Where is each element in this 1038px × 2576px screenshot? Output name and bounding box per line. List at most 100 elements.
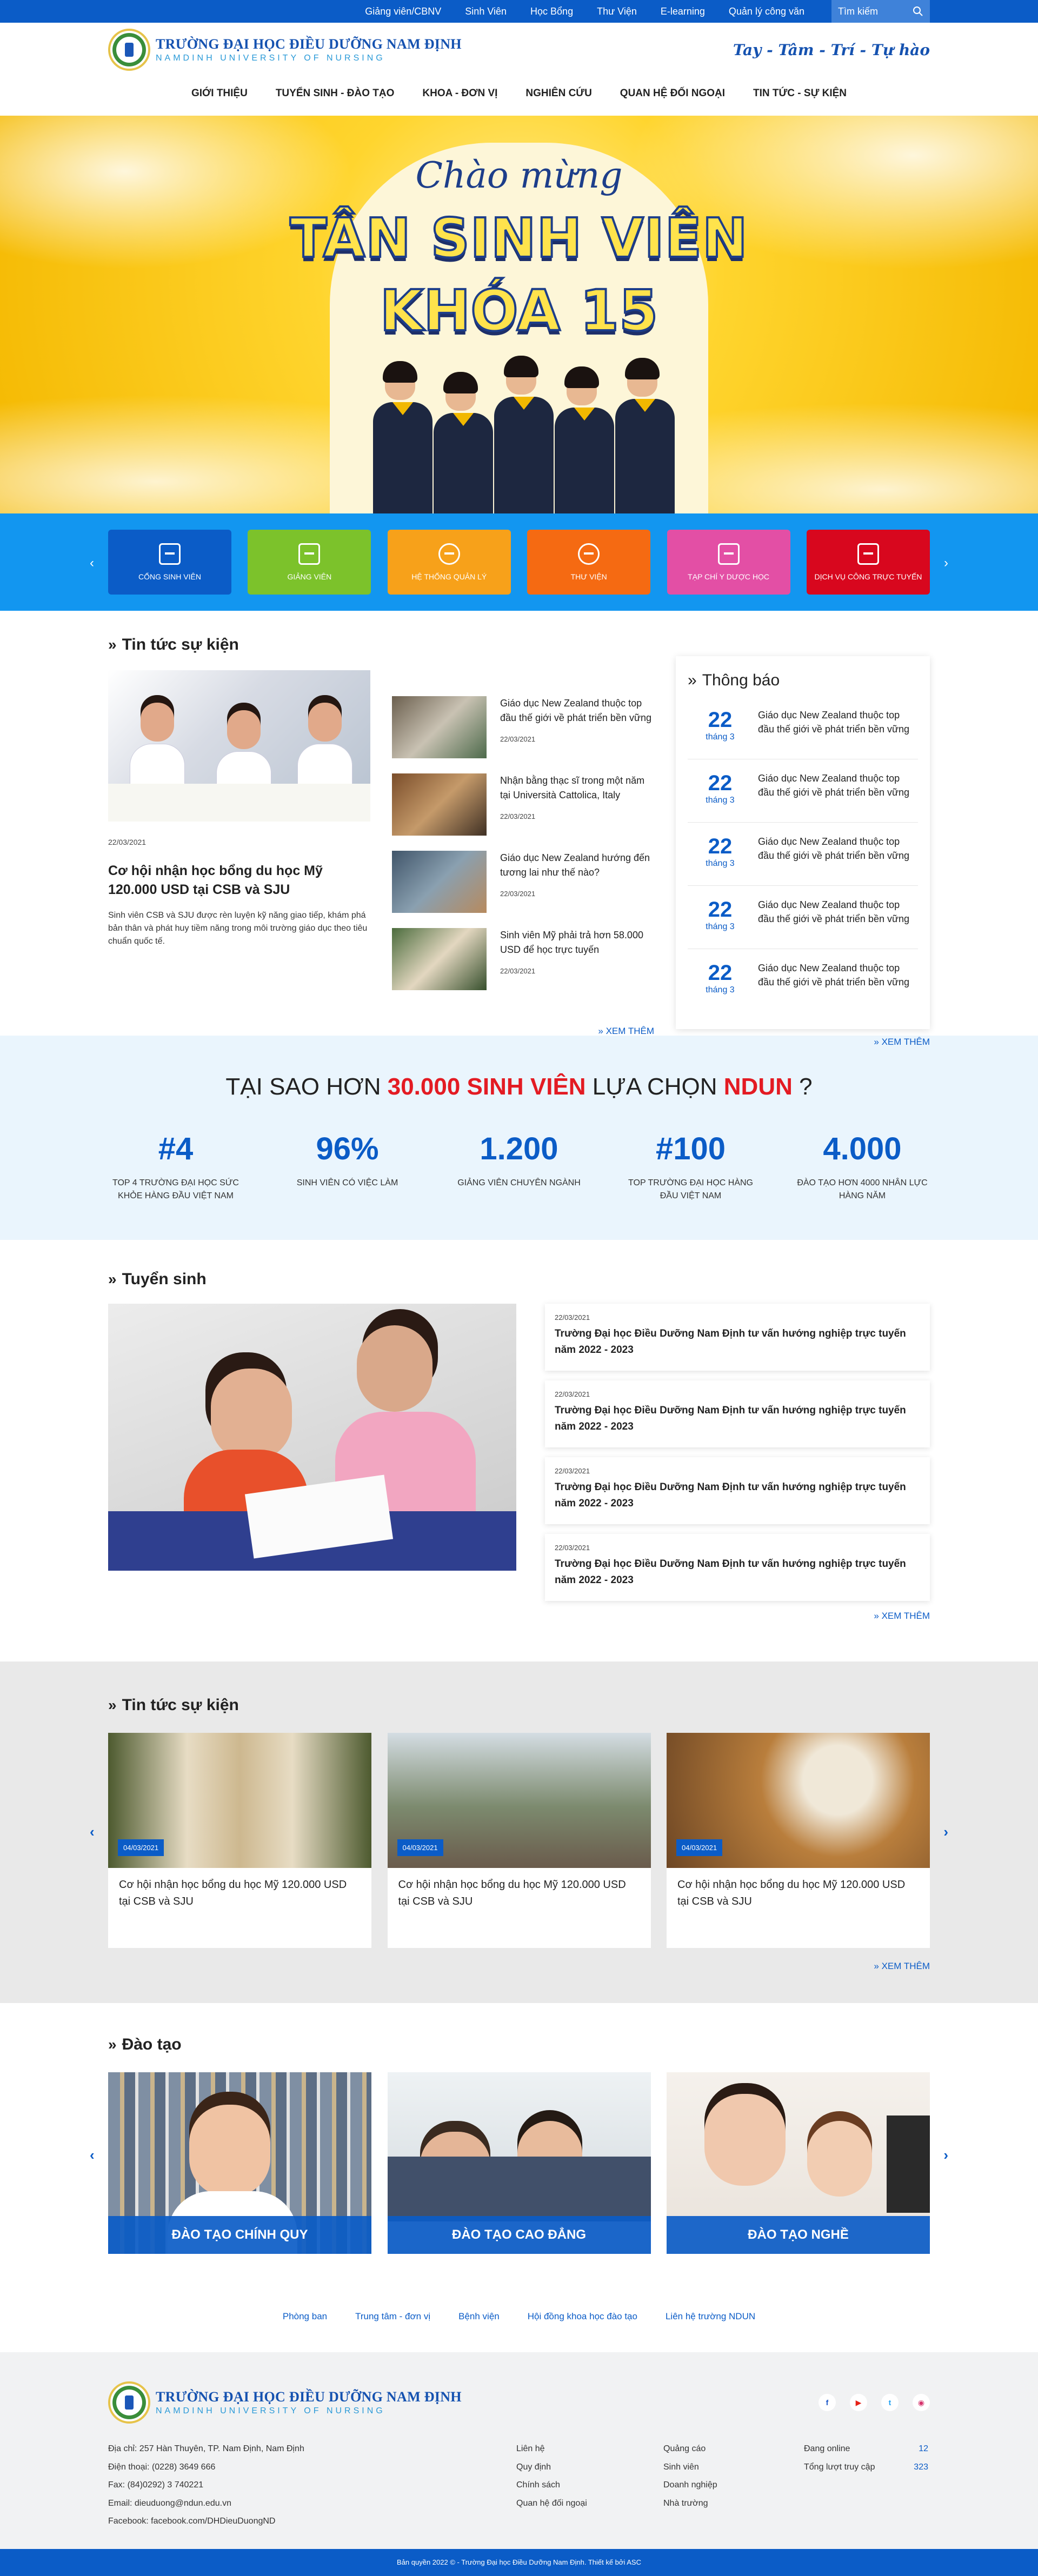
footer-link-hospital[interactable]: Bệnh viện [458, 2311, 500, 2322]
events-more-link[interactable]: » XEM THÊM [108, 1961, 930, 1972]
admissions-item[interactable]: 22/03/2021 Trường Đại học Điều Dưỡng Nam … [545, 1304, 930, 1371]
notice-item[interactable]: 22 tháng 3 Giáo dục New Zealand thuộc top … [688, 949, 918, 1012]
stat-item: 1.200 GIẢNG VIÊN CHUYÊN NGÀNH [457, 1131, 581, 1187]
footer-link-policy[interactable]: Chính sách [516, 2476, 663, 2494]
notice-title: Thông báo [702, 671, 780, 689]
event-image: 04/03/2021 [108, 1733, 371, 1868]
events-title: » Tin tức sự kiện [108, 1696, 239, 1714]
news-list-item[interactable]: Sinh viên Mỹ phải trả hơn 58.000 USD để … [392, 928, 654, 1005]
nav-item-admissions[interactable]: TUYỂN SINH - ĐÀO TẠO [276, 88, 395, 99]
hero-banner[interactable]: Chào mừng TÂN SINH VIÊN KHÓA 15 [0, 116, 1038, 513]
instagram-icon[interactable]: ◉ [913, 2394, 930, 2411]
footer-link-foreign-relations[interactable]: Quan hệ đối ngoại [516, 2494, 663, 2513]
notice-item[interactable]: 22 tháng 3 Giáo dục New Zealand thuộc top … [688, 696, 918, 759]
footer-contact-info: Địa chỉ: 257 Hàn Thuyên, TP. Nam Định, N… [108, 2444, 304, 2526]
event-card[interactable]: 04/03/2021 Cơ hội nhận học bổng du học M… [108, 1733, 371, 1948]
featured-news-title[interactable]: Cơ hội nhận học bổng du học Mỹ 120.000 U… [108, 862, 370, 899]
topbar-link-documents[interactable]: Quản lý công văn [729, 6, 804, 17]
facebook-icon[interactable]: f [819, 2394, 836, 2411]
notice-item[interactable]: 22 tháng 3 Giáo dục New Zealand thuộc top … [688, 759, 918, 823]
stat-item: #4 TOP 4 TRƯỜNG ĐẠI HỌC SỨC KHỎE HÀNG ĐẦU… [112, 1131, 239, 1200]
topbar-link-students[interactable]: Sinh Viên [465, 6, 507, 17]
twitter-icon[interactable]: t [881, 2394, 899, 2411]
footer-link-students[interactable]: Sinh viên [663, 2458, 804, 2477]
site-footer: TRƯỜNG ĐẠI HỌC ĐIỀU DƯỠNG NAM ĐỊNH NAMDI… [0, 2352, 1038, 2549]
footer-link-council[interactable]: Hội đồng khoa học đào tạo [528, 2311, 637, 2322]
site-logo[interactable]: TRƯỜNG ĐẠI HỌC ĐIỀU DƯỠNG NAM ĐỊNH NAMDI… [108, 29, 462, 71]
training-card-regular[interactable]: ĐÀO TẠO CHÍNH QUY [108, 2072, 371, 2254]
topbar-link-elearning[interactable]: E-learning [661, 6, 705, 17]
nav-item-news[interactable]: TIN TỨC - SỰ KIỆN [753, 88, 847, 99]
notice-item[interactable]: 22 tháng 3 Giáo dục New Zealand thuộc top … [688, 886, 918, 949]
globe-icon [578, 543, 600, 565]
footer-link-centers[interactable]: Trung tâm - đơn vị [355, 2311, 430, 2322]
quick-link-management[interactable]: HỆ THỐNG QUẢN LÝ [387, 530, 511, 595]
double-chevron-icon: » [108, 636, 117, 653]
search-input[interactable] [838, 5, 908, 17]
events-prev-arrow-icon[interactable]: ‹ [90, 1824, 95, 1840]
admissions-item[interactable]: 22/03/2021 Trường Đại học Điều Dưỡng Nam … [545, 1457, 930, 1524]
slogan: Tay - Tâm - Trí - Tự hào [733, 41, 930, 59]
stat-item: 96% SINH VIÊN CÓ VIỆC LÀM [296, 1131, 398, 1187]
featured-news-desc: Sinh viên CSB và SJU được rèn luyện kỹ n… [108, 911, 368, 946]
notices-more-link[interactable]: » XEM THÊM [676, 1037, 930, 1047]
admissions-more-link[interactable]: » XEM THÊM [545, 1611, 930, 1621]
training-prev-arrow-icon[interactable]: ‹ [90, 2147, 95, 2164]
footer-link-departments[interactable]: Phòng ban [283, 2311, 327, 2322]
notice-item[interactable]: 22 tháng 3 Giáo dục New Zealand thuộc top … [688, 823, 918, 886]
admissions-title: » Tuyển sinh [108, 1270, 207, 1288]
footer-link-ads[interactable]: Quảng cáo [663, 2440, 804, 2458]
training-card-vocational[interactable]: ĐÀO TẠO NGHỀ [667, 2072, 930, 2254]
admissions-image[interactable] [108, 1304, 516, 1571]
search-box [831, 0, 930, 23]
training-section: » Đào tạo ‹ › ĐÀO TẠO CHÍNH QUY ĐÀO TẠO C… [0, 2003, 1038, 2311]
events-next-arrow-icon[interactable]: › [943, 1824, 948, 1840]
double-chevron-icon: » [108, 2036, 117, 2053]
events-section: » Tin tức sự kiện ‹ › 04/03/2021 Cơ hội n… [0, 1661, 1038, 2003]
footer-logo[interactable]: TRƯỜNG ĐẠI HỌC ĐIỀU DƯỠNG NAM ĐỊNH NAMDI… [108, 2381, 462, 2424]
news-thumb [392, 773, 487, 836]
quick-prev-arrow-icon[interactable]: ‹ [86, 556, 97, 571]
building-icon [159, 543, 181, 565]
footer-link-school[interactable]: Nhà trường [663, 2494, 804, 2513]
event-image: 04/03/2021 [667, 1733, 930, 1868]
training-card-college[interactable]: ĐÀO TẠO CAO ĐẲNG [387, 2072, 651, 2254]
admissions-item[interactable]: 22/03/2021 Trường Đại học Điều Dưỡng Nam … [545, 1534, 930, 1601]
topbar-link-staff[interactable]: Giảng viên/CBNV [365, 6, 441, 17]
featured-news-image[interactable] [108, 670, 370, 822]
nav-item-international[interactable]: QUAN HỆ ĐỐI NGOẠI [620, 88, 725, 99]
training-next-arrow-icon[interactable]: › [943, 2147, 948, 2164]
event-card[interactable]: 04/03/2021 Cơ hội nhận học bổng du học M… [667, 1733, 930, 1948]
news-section: » Tin tức sự kiện 22/03/2021 Cơ hội nhận … [0, 611, 1038, 1047]
news-list-item[interactable]: Giáo dục New Zealand thuộc top đầu thế g… [392, 696, 654, 773]
site-header: TRƯỜNG ĐẠI HỌC ĐIỀU DƯỠNG NAM ĐỊNH NAMDI… [0, 23, 1038, 77]
quick-link-online-services[interactable]: DỊCH VỤ CÔNG TRỰC TUYẾN [806, 530, 930, 595]
double-chevron-icon: » [108, 1697, 117, 1713]
nav-item-about[interactable]: GIỚI THIỆU [191, 88, 248, 99]
quick-link-journal[interactable]: TẠP CHÍ Y DƯỢC HỌC [667, 530, 790, 595]
briefcase-icon [857, 543, 879, 565]
logo-subname: NAMDINH UNIVERSITY OF NURSING [156, 54, 385, 63]
quick-link-student-portal[interactable]: CỔNG SINH VIÊN [108, 530, 231, 595]
admissions-item[interactable]: 22/03/2021 Trường Đại học Điều Dưỡng Nam … [545, 1380, 930, 1447]
news-more-link[interactable]: » XEM THÊM [392, 1026, 654, 1037]
quick-link-library[interactable]: THƯ VIỆN [527, 530, 651, 595]
search-icon[interactable] [913, 6, 923, 17]
nav-item-faculties[interactable]: KHOA - ĐƠN VỊ [422, 88, 497, 99]
briefcase-icon [298, 543, 321, 565]
footer-link-business[interactable]: Doanh nghiệp [663, 2476, 804, 2494]
nav-item-research[interactable]: NGHIÊN CỨU [525, 88, 591, 99]
quick-next-arrow-icon[interactable]: › [941, 556, 952, 571]
topbar-link-scholarship[interactable]: Học Bổng [530, 6, 573, 17]
footer-link-regulations[interactable]: Quy định [516, 2458, 663, 2477]
news-list-item[interactable]: Giáo dục New Zealand hướng đến tương lai… [392, 851, 654, 928]
topbar-link-library[interactable]: Thư Viện [597, 6, 637, 17]
news-list-item[interactable]: Nhận bằng thạc sĩ trong một năm tại Univ… [392, 773, 654, 851]
footer-link-contact-us[interactable]: Liên hệ [516, 2440, 663, 2458]
quick-link-lecturers[interactable]: GIẢNG VIÊN [248, 530, 371, 595]
event-card[interactable]: 04/03/2021 Cơ hội nhận học bổng du học M… [387, 1733, 651, 1948]
footer-link-contact[interactable]: Liên hệ trường NDUN [666, 2311, 755, 2322]
news-thumb [392, 696, 487, 758]
youtube-icon[interactable]: ▶ [850, 2394, 867, 2411]
gear-icon [438, 543, 460, 565]
